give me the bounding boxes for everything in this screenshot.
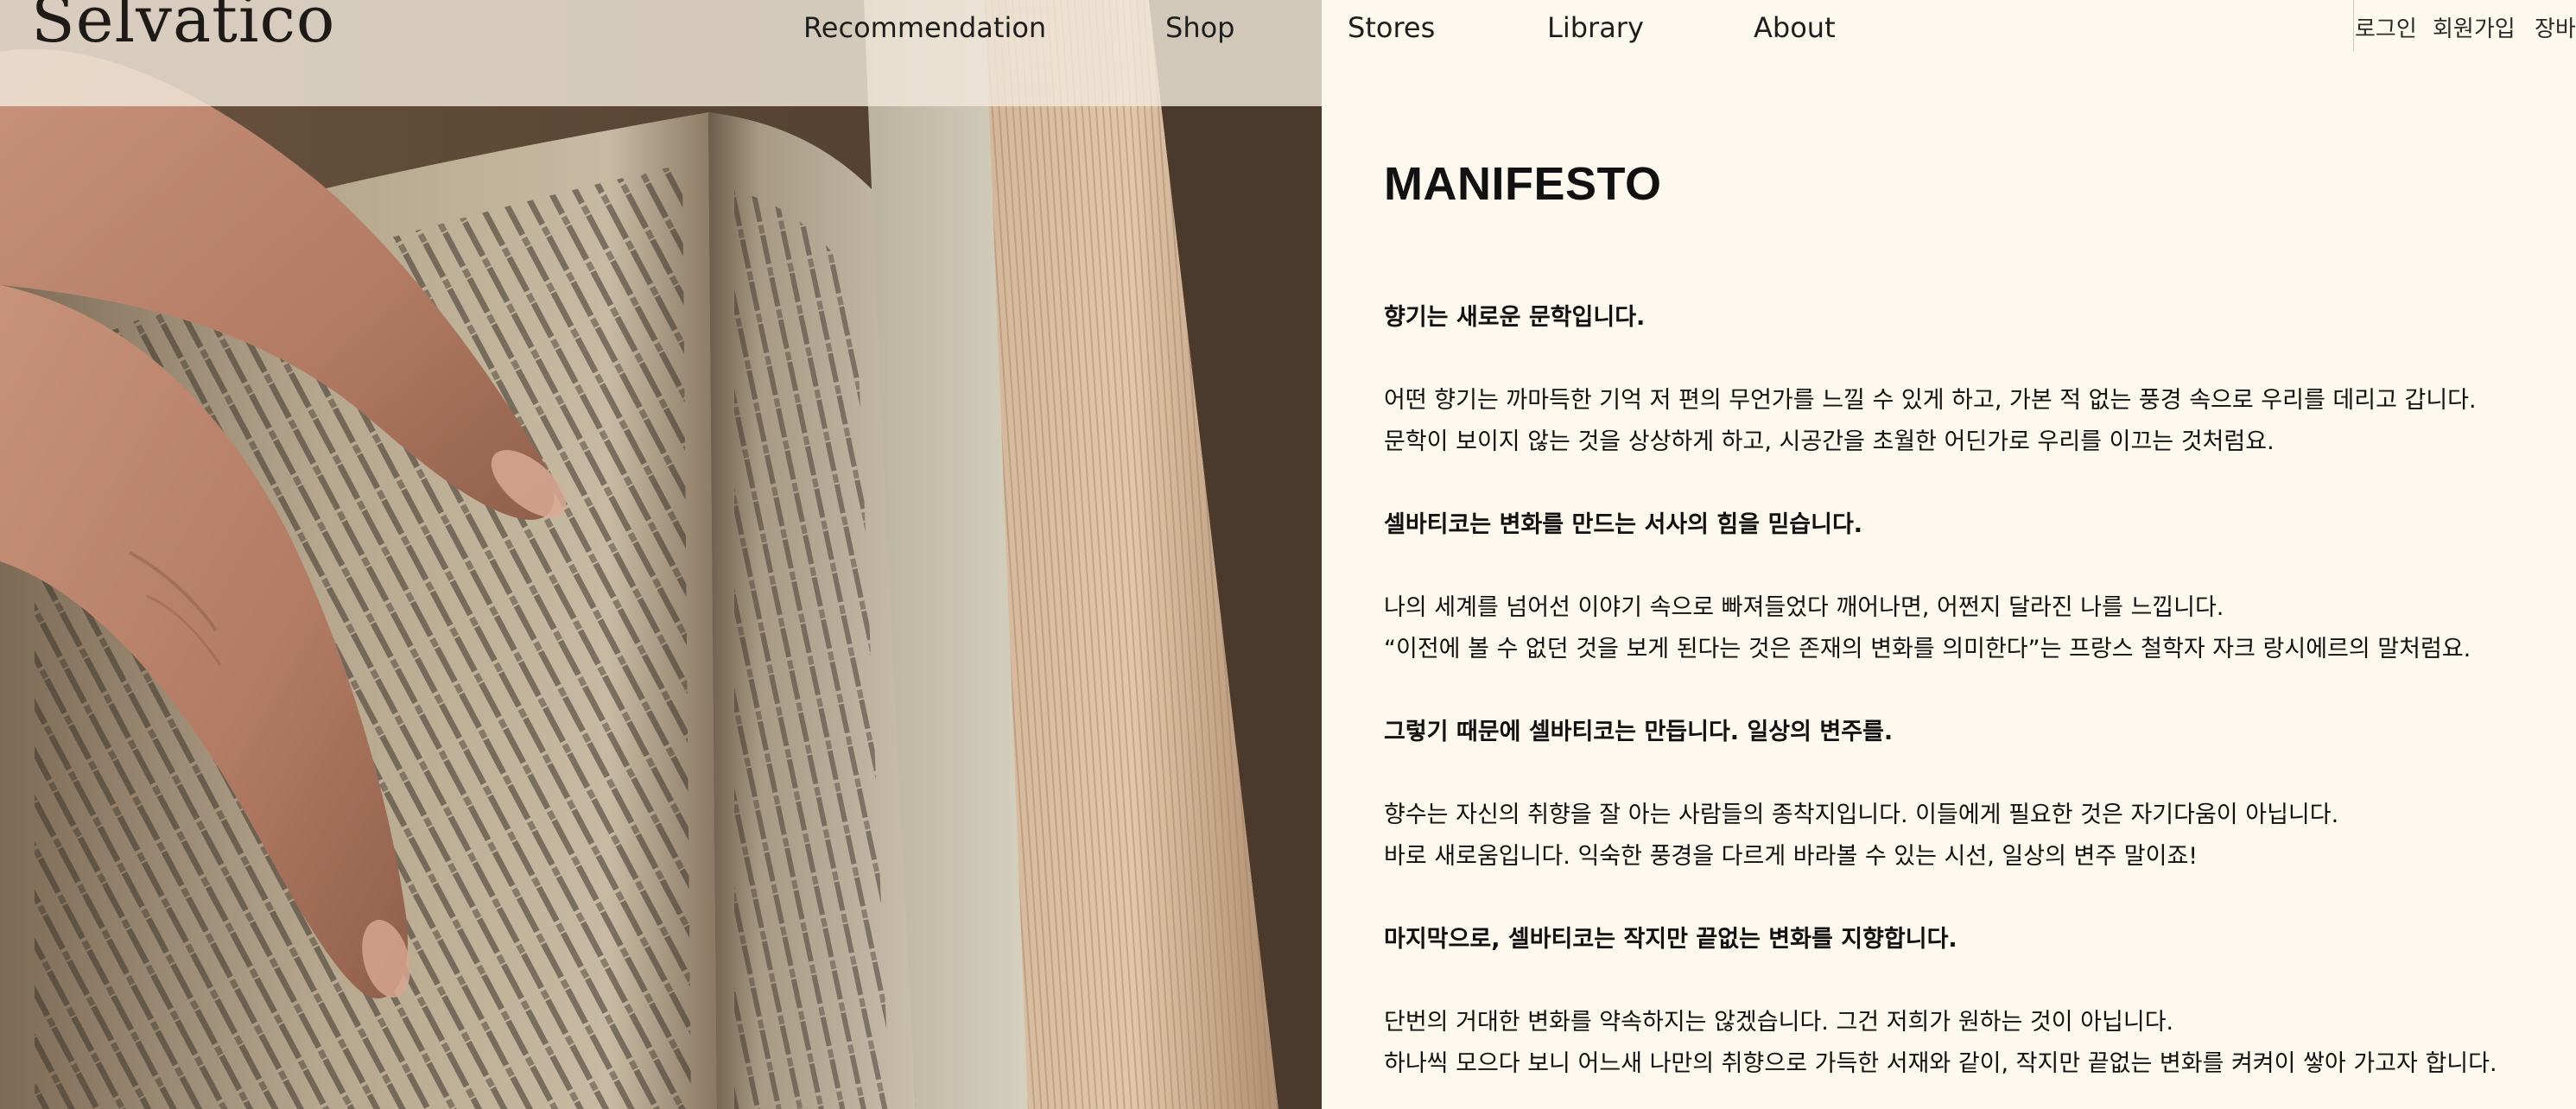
utility-divider bbox=[2353, 0, 2354, 52]
cart-link[interactable]: 장바 bbox=[2535, 12, 2576, 47]
section-line: 향수는 자신의 취향을 잘 아는 사람들의 종착지입니다. 이들에게 필요한 것… bbox=[1384, 802, 2339, 828]
nav-shop[interactable]: Shop bbox=[1165, 10, 1234, 45]
manifesto-section: 향기는 새로운 문학입니다. 어떤 향기는 까마득한 기억 저 편의 무언가를 … bbox=[1384, 297, 2559, 463]
site-header: Selvatico Recommendation Shop Stores Lib… bbox=[0, 0, 2576, 106]
section-heading: 그렇기 때문에 셀바티코는 만듭니다. 일상의 변주를. bbox=[1384, 719, 1894, 745]
section-line: 어떤 향기는 까마득한 기억 저 편의 무언가를 느낄 수 있게 하고, 가본 … bbox=[1384, 387, 2477, 414]
section-heading: 향기는 새로운 문학입니다. bbox=[1384, 304, 1646, 331]
section-line: 나의 세계를 넘어선 이야기 속으로 빠져들었다 깨어나면, 어쩐지 달라진 나… bbox=[1384, 594, 2224, 621]
nav-stores[interactable]: Stores bbox=[1348, 10, 1435, 45]
manifesto-title: MANIFESTO bbox=[1384, 158, 1662, 210]
section-line: 하나씩 모으다 보니 어느새 나만의 취향으로 가득한 서재와 같이, 작지만 … bbox=[1384, 1050, 2497, 1077]
signup-link[interactable]: 회원가입 bbox=[2433, 12, 2516, 47]
manifesto-section: 그렇기 때문에 셀바티코는 만듭니다. 일상의 변주를. 향수는 자신의 취향을… bbox=[1384, 712, 2559, 878]
nav-library[interactable]: Library bbox=[1547, 10, 1644, 45]
brand-logo[interactable]: Selvatico bbox=[31, 0, 335, 52]
section-line: 문학이 보이지 않는 것을 상상하게 하고, 시공간을 초월한 어딘가로 우리를… bbox=[1384, 428, 2275, 455]
manifesto-section: 마지막으로, 셀바티코는 작지만 끝없는 변화를 지향합니다. 단번의 거대한 … bbox=[1384, 919, 2559, 1085]
page: Selvatico Recommendation Shop Stores Lib… bbox=[0, 0, 2576, 1109]
section-heading: 셀바티코는 변화를 만드는 서사의 힘을 믿습니다. bbox=[1384, 511, 1863, 538]
manifesto-content: MANIFESTO 향기는 새로운 문학입니다. 어떤 향기는 까마득한 기억 … bbox=[1384, 154, 2559, 1109]
section-line: 바로 새로움입니다. 익숙한 풍경을 다르게 바라볼 수 있는 시선, 일상의 … bbox=[1384, 843, 2198, 870]
nav-about[interactable]: About bbox=[1754, 10, 1836, 45]
login-link[interactable]: 로그인 bbox=[2355, 12, 2417, 47]
manifesto-section: 셀바티코는 변화를 만드는 서사의 힘을 믿습니다. 나의 세계를 넘어선 이야… bbox=[1384, 504, 2559, 670]
hero-book-photo bbox=[0, 0, 1322, 1109]
section-line: “이전에 볼 수 없던 것을 보게 된다는 것은 존재의 변화를 의미한다”는 … bbox=[1384, 636, 2471, 662]
nav-recommendation[interactable]: Recommendation bbox=[803, 10, 1046, 45]
section-line: 단번의 거대한 변화를 약속하지는 않겠습니다. 그건 저희가 원하는 것이 아… bbox=[1384, 1009, 2174, 1036]
section-heading: 마지막으로, 셀바티코는 작지만 끝없는 변화를 지향합니다. bbox=[1384, 926, 1957, 953]
